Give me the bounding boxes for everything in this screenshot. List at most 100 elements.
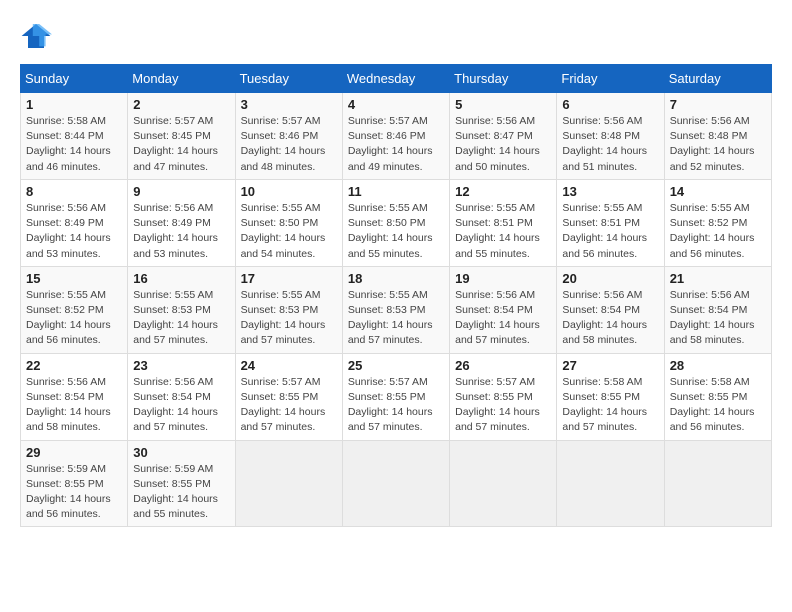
calendar-cell: 9 Sunrise: 5:56 AM Sunset: 8:49 PM Dayli… [128,179,235,266]
day-number: 27 [562,358,658,373]
calendar-week-row: 15 Sunrise: 5:55 AM Sunset: 8:52 PM Dayl… [21,266,772,353]
day-number: 16 [133,271,229,286]
column-header-wednesday: Wednesday [342,65,449,93]
day-info: Sunrise: 5:56 AM Sunset: 8:48 PM Dayligh… [670,114,766,175]
day-info: Sunrise: 5:59 AM Sunset: 8:55 PM Dayligh… [133,462,229,523]
calendar-cell: 13 Sunrise: 5:55 AM Sunset: 8:51 PM Dayl… [557,179,664,266]
day-number: 2 [133,97,229,112]
calendar-cell: 18 Sunrise: 5:55 AM Sunset: 8:53 PM Dayl… [342,266,449,353]
column-header-friday: Friday [557,65,664,93]
calendar-cell: 7 Sunrise: 5:56 AM Sunset: 8:48 PM Dayli… [664,93,771,180]
day-info: Sunrise: 5:55 AM Sunset: 8:51 PM Dayligh… [455,201,551,262]
day-number: 5 [455,97,551,112]
calendar-cell: 14 Sunrise: 5:55 AM Sunset: 8:52 PM Dayl… [664,179,771,266]
calendar-cell: 1 Sunrise: 5:58 AM Sunset: 8:44 PM Dayli… [21,93,128,180]
day-info: Sunrise: 5:56 AM Sunset: 8:49 PM Dayligh… [26,201,122,262]
day-info: Sunrise: 5:55 AM Sunset: 8:53 PM Dayligh… [133,288,229,349]
day-info: Sunrise: 5:57 AM Sunset: 8:55 PM Dayligh… [455,375,551,436]
column-header-tuesday: Tuesday [235,65,342,93]
calendar-cell: 29 Sunrise: 5:59 AM Sunset: 8:55 PM Dayl… [21,440,128,527]
day-number: 15 [26,271,122,286]
day-number: 24 [241,358,337,373]
calendar-table: SundayMondayTuesdayWednesdayThursdayFrid… [20,64,772,527]
day-number: 1 [26,97,122,112]
day-info: Sunrise: 5:57 AM Sunset: 8:46 PM Dayligh… [348,114,444,175]
calendar-cell [342,440,449,527]
day-number: 12 [455,184,551,199]
day-info: Sunrise: 5:56 AM Sunset: 8:54 PM Dayligh… [562,288,658,349]
day-info: Sunrise: 5:56 AM Sunset: 8:48 PM Dayligh… [562,114,658,175]
calendar-cell: 11 Sunrise: 5:55 AM Sunset: 8:50 PM Dayl… [342,179,449,266]
day-number: 21 [670,271,766,286]
day-info: Sunrise: 5:55 AM Sunset: 8:53 PM Dayligh… [348,288,444,349]
calendar-week-row: 8 Sunrise: 5:56 AM Sunset: 8:49 PM Dayli… [21,179,772,266]
calendar-cell: 6 Sunrise: 5:56 AM Sunset: 8:48 PM Dayli… [557,93,664,180]
day-number: 13 [562,184,658,199]
calendar-cell: 27 Sunrise: 5:58 AM Sunset: 8:55 PM Dayl… [557,353,664,440]
day-number: 17 [241,271,337,286]
day-info: Sunrise: 5:56 AM Sunset: 8:54 PM Dayligh… [26,375,122,436]
calendar-header-row: SundayMondayTuesdayWednesdayThursdayFrid… [21,65,772,93]
calendar-cell: 25 Sunrise: 5:57 AM Sunset: 8:55 PM Dayl… [342,353,449,440]
day-number: 9 [133,184,229,199]
day-number: 10 [241,184,337,199]
calendar-cell: 15 Sunrise: 5:55 AM Sunset: 8:52 PM Dayl… [21,266,128,353]
day-info: Sunrise: 5:57 AM Sunset: 8:55 PM Dayligh… [348,375,444,436]
calendar-cell: 2 Sunrise: 5:57 AM Sunset: 8:45 PM Dayli… [128,93,235,180]
calendar-cell: 3 Sunrise: 5:57 AM Sunset: 8:46 PM Dayli… [235,93,342,180]
day-info: Sunrise: 5:55 AM Sunset: 8:53 PM Dayligh… [241,288,337,349]
day-info: Sunrise: 5:59 AM Sunset: 8:55 PM Dayligh… [26,462,122,523]
calendar-cell: 12 Sunrise: 5:55 AM Sunset: 8:51 PM Dayl… [450,179,557,266]
day-number: 20 [562,271,658,286]
day-number: 6 [562,97,658,112]
calendar-cell: 24 Sunrise: 5:57 AM Sunset: 8:55 PM Dayl… [235,353,342,440]
calendar-cell: 16 Sunrise: 5:55 AM Sunset: 8:53 PM Dayl… [128,266,235,353]
day-number: 7 [670,97,766,112]
day-info: Sunrise: 5:55 AM Sunset: 8:52 PM Dayligh… [670,201,766,262]
logo-icon [20,20,52,52]
day-number: 26 [455,358,551,373]
calendar-cell: 5 Sunrise: 5:56 AM Sunset: 8:47 PM Dayli… [450,93,557,180]
day-info: Sunrise: 5:56 AM Sunset: 8:49 PM Dayligh… [133,201,229,262]
day-number: 8 [26,184,122,199]
day-number: 28 [670,358,766,373]
day-number: 25 [348,358,444,373]
column-header-saturday: Saturday [664,65,771,93]
page-header [20,20,772,52]
calendar-cell [664,440,771,527]
day-info: Sunrise: 5:58 AM Sunset: 8:55 PM Dayligh… [670,375,766,436]
day-number: 11 [348,184,444,199]
day-info: Sunrise: 5:58 AM Sunset: 8:44 PM Dayligh… [26,114,122,175]
day-info: Sunrise: 5:55 AM Sunset: 8:52 PM Dayligh… [26,288,122,349]
calendar-cell [450,440,557,527]
day-number: 4 [348,97,444,112]
day-number: 30 [133,445,229,460]
calendar-cell: 23 Sunrise: 5:56 AM Sunset: 8:54 PM Dayl… [128,353,235,440]
day-info: Sunrise: 5:56 AM Sunset: 8:54 PM Dayligh… [670,288,766,349]
day-number: 22 [26,358,122,373]
calendar-cell [235,440,342,527]
calendar-cell: 17 Sunrise: 5:55 AM Sunset: 8:53 PM Dayl… [235,266,342,353]
calendar-week-row: 22 Sunrise: 5:56 AM Sunset: 8:54 PM Dayl… [21,353,772,440]
calendar-cell: 10 Sunrise: 5:55 AM Sunset: 8:50 PM Dayl… [235,179,342,266]
calendar-cell: 21 Sunrise: 5:56 AM Sunset: 8:54 PM Dayl… [664,266,771,353]
day-number: 14 [670,184,766,199]
calendar-cell: 22 Sunrise: 5:56 AM Sunset: 8:54 PM Dayl… [21,353,128,440]
day-number: 19 [455,271,551,286]
calendar-cell: 4 Sunrise: 5:57 AM Sunset: 8:46 PM Dayli… [342,93,449,180]
calendar-cell: 19 Sunrise: 5:56 AM Sunset: 8:54 PM Dayl… [450,266,557,353]
calendar-cell [557,440,664,527]
day-info: Sunrise: 5:55 AM Sunset: 8:50 PM Dayligh… [241,201,337,262]
day-info: Sunrise: 5:58 AM Sunset: 8:55 PM Dayligh… [562,375,658,436]
calendar-cell: 8 Sunrise: 5:56 AM Sunset: 8:49 PM Dayli… [21,179,128,266]
logo [20,20,56,52]
day-number: 18 [348,271,444,286]
day-info: Sunrise: 5:57 AM Sunset: 8:46 PM Dayligh… [241,114,337,175]
day-info: Sunrise: 5:55 AM Sunset: 8:51 PM Dayligh… [562,201,658,262]
calendar-week-row: 1 Sunrise: 5:58 AM Sunset: 8:44 PM Dayli… [21,93,772,180]
calendar-cell: 28 Sunrise: 5:58 AM Sunset: 8:55 PM Dayl… [664,353,771,440]
calendar-cell: 20 Sunrise: 5:56 AM Sunset: 8:54 PM Dayl… [557,266,664,353]
day-number: 29 [26,445,122,460]
day-info: Sunrise: 5:56 AM Sunset: 8:54 PM Dayligh… [133,375,229,436]
day-number: 23 [133,358,229,373]
